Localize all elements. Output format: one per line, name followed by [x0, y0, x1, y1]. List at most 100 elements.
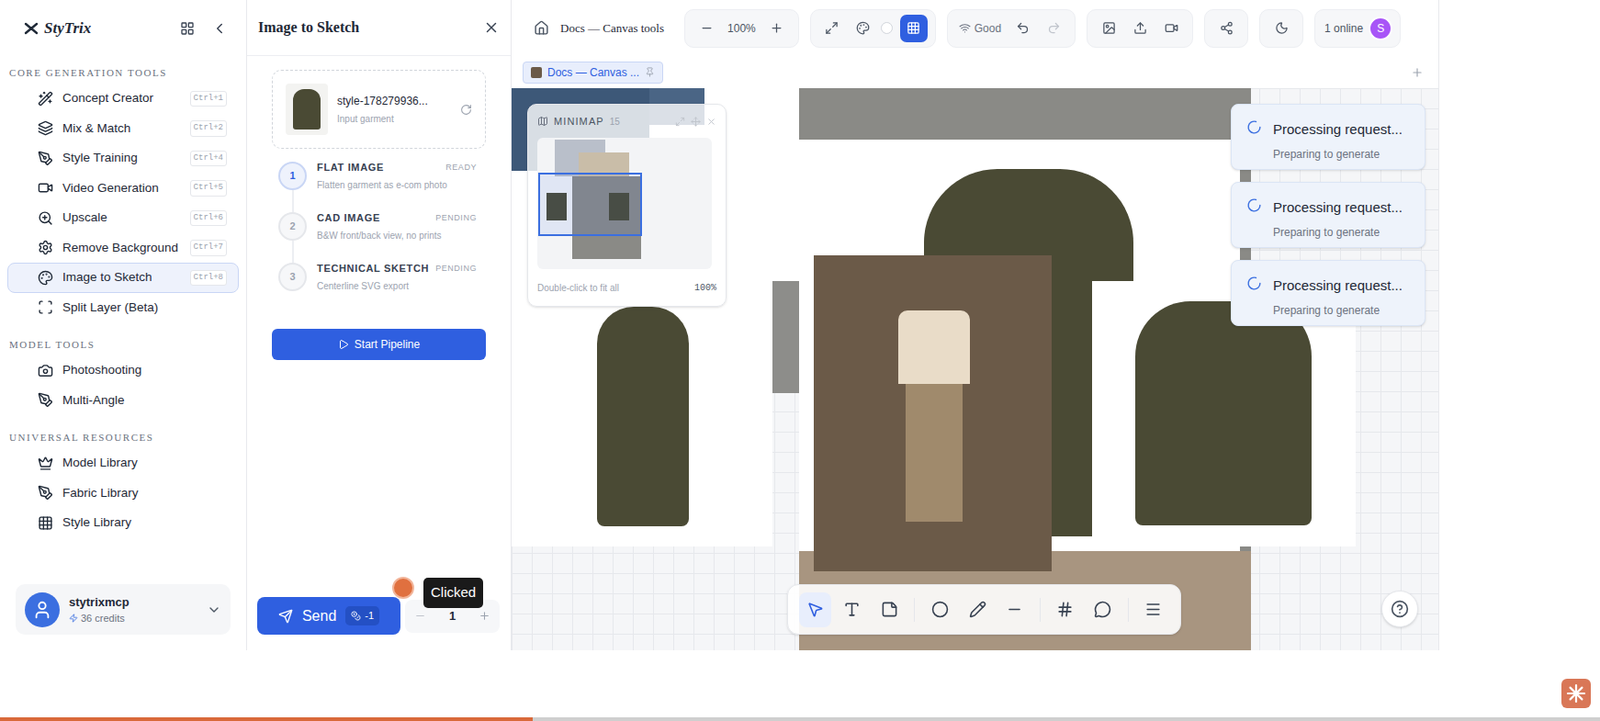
decrease-icon[interactable] [414, 609, 427, 622]
tool-button[interactable] [998, 592, 1030, 628]
theme-button[interactable] [1267, 14, 1296, 43]
redo-button[interactable] [1039, 14, 1068, 43]
click-tooltip: Clicked [423, 577, 484, 609]
tool-icon [37, 270, 54, 286]
share-icon [1219, 21, 1234, 35]
apps-icon[interactable] [180, 21, 195, 36]
share-button[interactable] [1212, 14, 1240, 43]
tool-icon [37, 239, 54, 256]
upload-button[interactable] [1126, 14, 1154, 43]
user-avatar[interactable]: S [1368, 16, 1393, 41]
input-card[interactable]: style-178279936...Input garment [271, 69, 486, 149]
sidebar-section: UNIVERSAL RESOURCESModel LibraryFabric L… [7, 426, 239, 539]
jacket-side-photo[interactable] [511, 281, 773, 547]
cafe-photo[interactable] [813, 255, 1052, 572]
sidebar-item[interactable]: Video GenerationCtrl+5 [7, 173, 239, 204]
comment-icon [1093, 600, 1112, 619]
assistant-badge[interactable] [1561, 678, 1591, 709]
minimap-preview[interactable] [537, 137, 712, 270]
sidebar-item[interactable]: Remove BackgroundCtrl+7 [7, 233, 239, 264]
undo-icon [1015, 21, 1030, 35]
user-card[interactable]: stytrixmcp36 credits [15, 584, 231, 635]
sidebar-item[interactable]: Model Library [7, 448, 239, 479]
pin-icon[interactable] [644, 67, 655, 78]
sidebar-item[interactable]: Multi-Angle [7, 385, 239, 417]
color-toggle[interactable] [880, 22, 893, 34]
help-button[interactable] [1381, 590, 1419, 628]
sidebar-item[interactable]: Mix & MatchCtrl+2 [7, 113, 239, 145]
tool-icon [37, 210, 54, 226]
tool-icon [37, 180, 54, 196]
move-icon[interactable] [690, 116, 701, 127]
sidebar-nav: CORE GENERATION TOOLSConcept CreatorCtrl… [0, 56, 247, 585]
tool-button[interactable] [923, 592, 956, 628]
close-icon[interactable] [706, 116, 717, 127]
palette-icon [856, 21, 870, 35]
help-icon [1390, 599, 1409, 619]
start-pipeline-button[interactable]: Start Pipeline [271, 328, 486, 361]
video-button[interactable] [1157, 14, 1185, 43]
add-tab-icon[interactable] [1410, 66, 1424, 79]
palette-button[interactable] [849, 14, 878, 43]
click-marker [392, 576, 415, 599]
grid-button[interactable] [900, 14, 928, 43]
shortcut: Ctrl+8 [190, 270, 227, 287]
plus-icon [769, 21, 784, 35]
document-title[interactable]: Docs — Canvas tools [560, 19, 665, 38]
tool-icon [37, 484, 54, 501]
tool-button[interactable] [1138, 592, 1170, 628]
tool-button[interactable] [1086, 592, 1118, 628]
tool-icon [37, 90, 54, 107]
image-button[interactable] [1094, 14, 1123, 43]
tool-icon [37, 455, 54, 472]
play-icon [338, 338, 350, 350]
logo-icon [23, 22, 39, 35]
refresh-icon[interactable] [460, 103, 473, 116]
tool-button[interactable] [961, 592, 993, 628]
page: StyTrix CORE GENERATION TOOLSConcept Crea… [0, 0, 1600, 721]
network-status: Good [955, 20, 1005, 37]
sidebar-item[interactable]: Image to SketchCtrl+8 [7, 262, 239, 293]
logo[interactable]: StyTrix [23, 16, 91, 41]
upload-icon [1133, 21, 1148, 35]
expand-icon[interactable] [206, 602, 222, 618]
undo-button[interactable] [1008, 14, 1037, 43]
progress-fill [0, 717, 533, 721]
sidebar-item[interactable]: Style TrainingCtrl+4 [7, 143, 239, 174]
fit-icon[interactable] [675, 116, 686, 127]
sidebar-header: StyTrix [0, 0, 247, 57]
sidebar-item[interactable]: Fabric Library [7, 478, 239, 509]
sidebar-item[interactable]: UpscaleCtrl+6 [7, 202, 239, 234]
asterisk-icon [1566, 683, 1587, 704]
fit-button[interactable] [818, 14, 846, 43]
home-icon[interactable] [533, 20, 550, 36]
workspace: Docs — Canvas tools100%Good1 onlineSDocs… [511, 0, 1440, 651]
canvas[interactable]: MINIMAP15Double-click to fit all100%Proc… [511, 88, 1439, 651]
tool-button[interactable] [836, 592, 868, 628]
increase-icon[interactable] [478, 609, 491, 622]
collapse-icon[interactable] [211, 20, 228, 37]
send-icon [278, 608, 293, 624]
menu-icon [1144, 600, 1162, 619]
sidebar-item[interactable]: Split Layer (Beta) [7, 292, 239, 324]
sidebar-item[interactable]: Photoshooting [7, 355, 239, 386]
tool-button[interactable] [799, 592, 831, 628]
close-icon[interactable] [483, 19, 500, 36]
step-connector [292, 190, 294, 213]
zoom-in-button[interactable] [763, 14, 791, 43]
zoom-out-button[interactable] [692, 14, 721, 43]
sidebar-item[interactable]: Style Library [7, 507, 239, 539]
toast: Processing request...Preparing to genera… [1230, 181, 1426, 248]
tool-button[interactable] [873, 592, 905, 628]
grey-photo[interactable] [772, 281, 800, 394]
shortcut: Ctrl+6 [190, 210, 227, 227]
sidebar-item[interactable]: Concept CreatorCtrl+1 [7, 83, 239, 114]
text-icon [843, 600, 861, 619]
tool-button[interactable] [1049, 592, 1082, 628]
shortcut: Ctrl+7 [190, 239, 227, 257]
history-controls: Good [946, 9, 1076, 48]
send-button[interactable]: Send-1 [257, 597, 401, 635]
document-tab[interactable]: Docs — Canvas ... [522, 61, 664, 84]
minimap-viewport[interactable] [538, 172, 643, 237]
coins-icon [350, 610, 361, 621]
